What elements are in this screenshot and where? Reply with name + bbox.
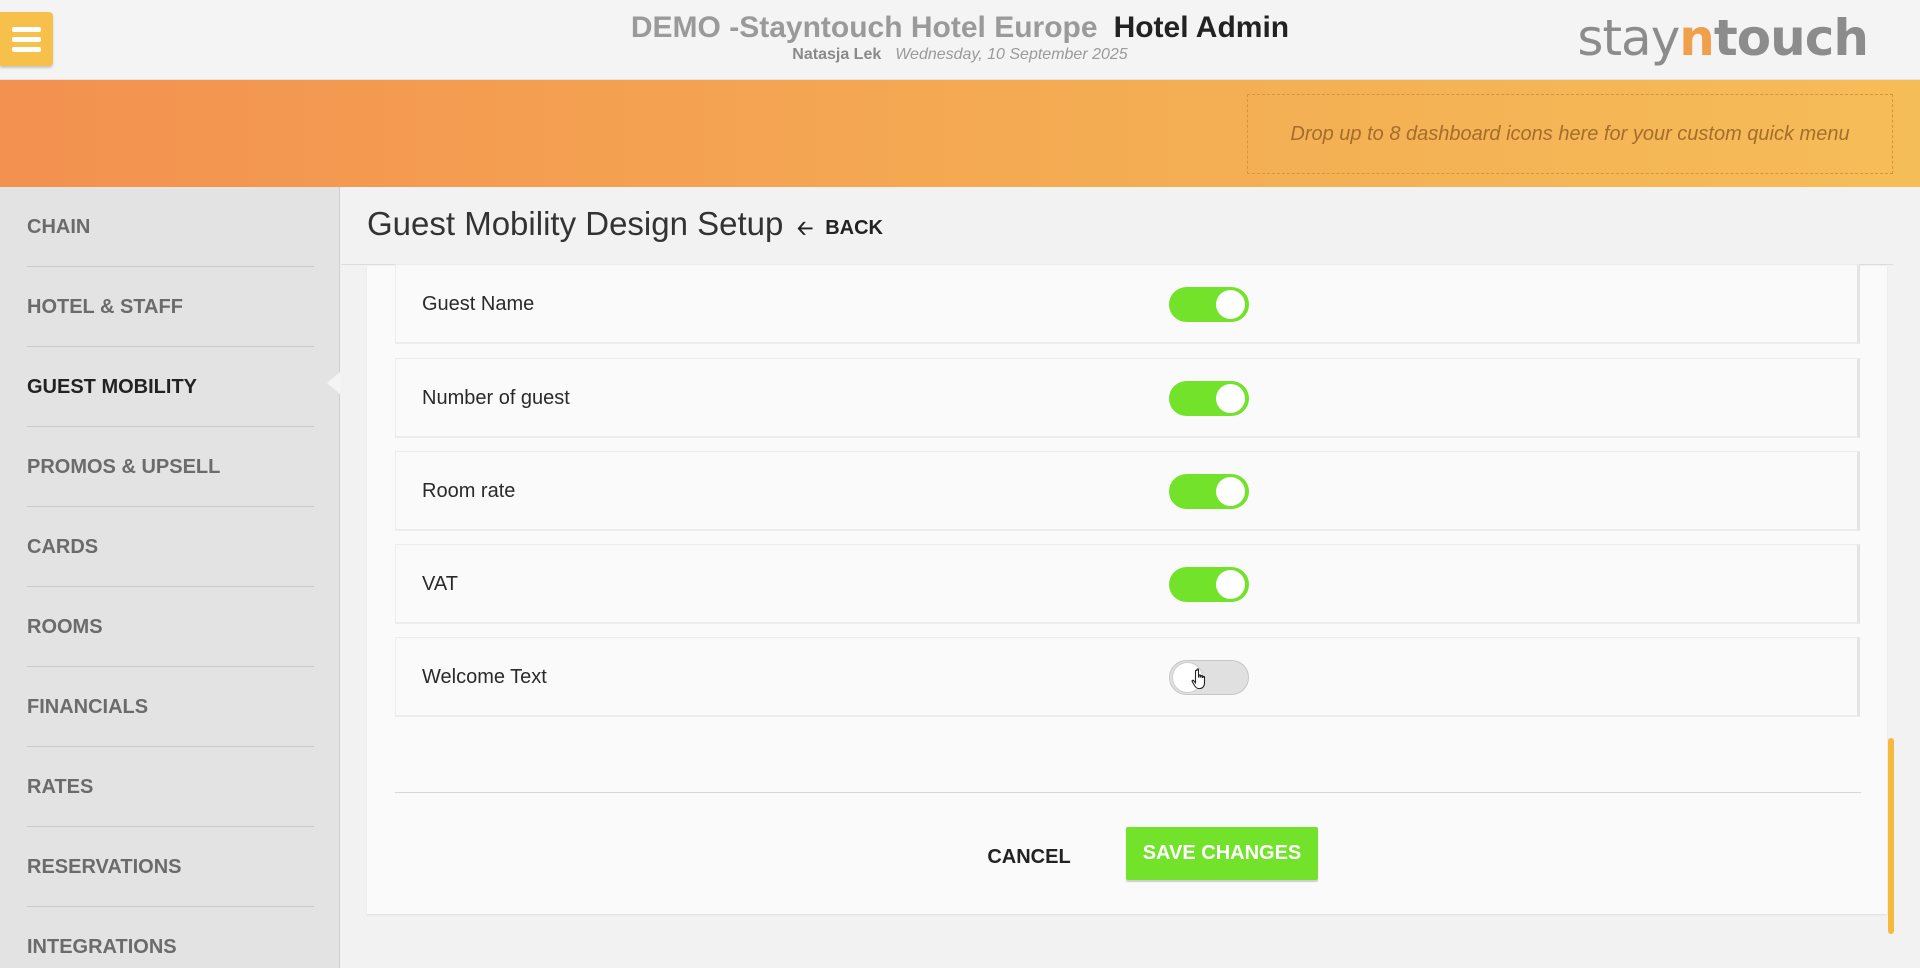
setting-label: VAT [422,573,458,595]
hamburger-icon [12,27,41,32]
sidebar-item-hotel-staff[interactable]: HOTEL & STAFF [27,267,314,347]
setting-row-room-rate: Room rate [395,451,1860,531]
setting-row-guest-name: Guest Name [395,264,1860,344]
main-menu-button[interactable] [0,12,53,66]
top-bar: DEMO -Stayntouch Hotel Europe Hotel Admin… [0,0,1920,80]
toggle-knob [1216,384,1245,413]
sidebar-item-guest-mobility[interactable]: GUEST MOBILITY [27,347,314,427]
setting-label: Number of guest [422,387,570,409]
user-name: Natasja Lek [792,46,882,63]
hotel-name: DEMO -Stayntouch Hotel Europe [630,11,1098,44]
hamburger-icon [12,47,41,52]
setting-row-welcome-text: Welcome Text [395,637,1860,717]
sidebar-item-integrations[interactable]: INTEGRATIONS [27,907,314,968]
brand-logo-part: touch [1713,9,1869,67]
cancel-button[interactable]: CANCEL [967,831,1091,883]
arrow-left-icon: 🡠 [797,217,814,240]
quick-menu-dropzone[interactable]: Drop up to 8 dashboard icons here for yo… [1247,94,1893,174]
sidebar-item-financials[interactable]: FINANCIALS [27,667,314,747]
hand-cursor-icon [1191,668,1206,690]
number-of-guest-toggle[interactable] [1169,381,1249,416]
header-title: DEMO -Stayntouch Hotel Europe Hotel Admin [560,8,1360,48]
actions-divider [395,792,1861,793]
guest-name-toggle[interactable] [1169,287,1249,322]
back-label: BACK [825,217,883,239]
brand-logo-part: n [1679,9,1715,67]
toggle-knob [1216,477,1245,506]
header-subtitle: Natasja Lek Wednesday, 10 September 2025 [560,46,1360,64]
brand-logo-part: stay [1577,9,1680,67]
page-header: Guest Mobility Design Setup 🡠 BACK [341,187,1893,265]
sidebar-item-reservations[interactable]: RESERVATIONS [27,827,314,907]
back-button[interactable]: 🡠 BACK [797,217,883,240]
scrollbar-thumb[interactable] [1888,738,1894,934]
sidebar-item-promos-upsell[interactable]: PROMOS & UPSELL [27,427,314,507]
hamburger-icon [12,37,41,42]
sidebar: CHAIN HOTEL & STAFF GUEST MOBILITY PROMO… [0,187,340,968]
setting-label: Welcome Text [422,666,547,688]
toggle-knob [1216,570,1245,599]
setting-label: Guest Name [422,293,535,315]
sidebar-item-chain[interactable]: CHAIN [27,187,314,267]
app-name: Hotel Admin [1113,11,1290,44]
setting-row-vat: VAT [395,544,1860,624]
sidebar-item-cards[interactable]: CARDS [27,507,314,587]
dashboard-band: Drop up to 8 dashboard icons here for yo… [0,80,1920,187]
welcome-text-toggle[interactable] [1169,660,1249,695]
sidebar-item-rooms[interactable]: ROOMS [27,587,314,667]
business-date: Wednesday, 10 September 2025 [895,46,1128,63]
active-item-pointer [327,371,341,395]
main-content: Guest Mobility Design Setup 🡠 BACK Guest… [341,187,1920,968]
page-title: Guest Mobility Design Setup [367,205,784,242]
setting-label: Room rate [422,480,516,502]
header-titles: DEMO -Stayntouch Hotel Europe Hotel Admin… [560,8,1360,64]
brand-logo: stayntouch [1577,8,1869,68]
save-changes-button[interactable]: SAVE CHANGES [1126,827,1318,880]
settings-card: Guest Name Number of guest Room rate VAT… [367,264,1887,914]
vat-toggle[interactable] [1169,567,1249,602]
room-rate-toggle[interactable] [1169,474,1249,509]
sidebar-item-rates[interactable]: RATES [27,747,314,827]
setting-row-number-of-guest: Number of guest [395,358,1860,438]
toggle-knob [1216,290,1245,319]
